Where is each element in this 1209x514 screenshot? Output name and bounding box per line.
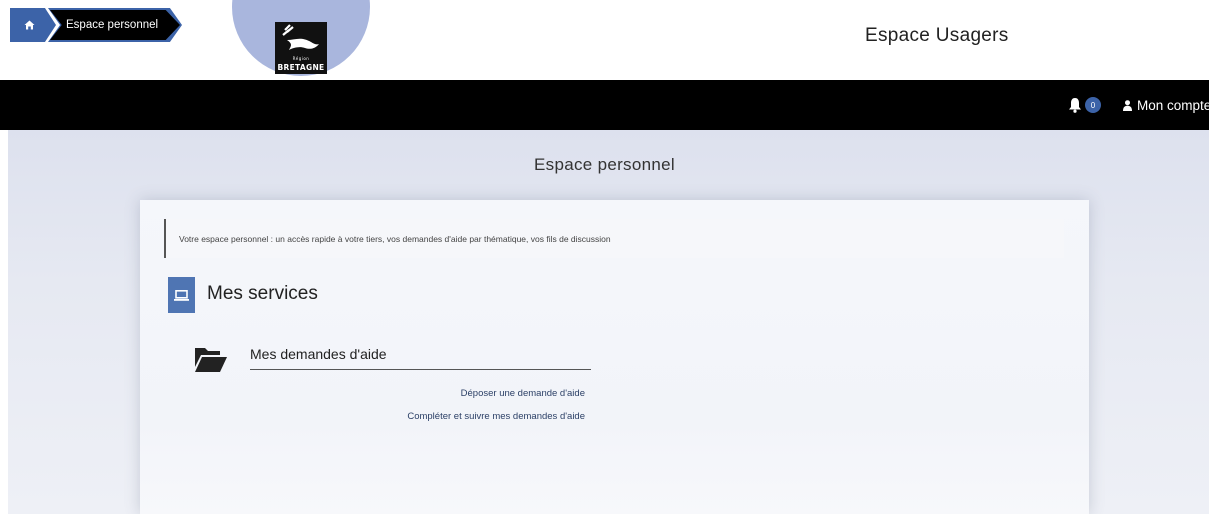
folder-open-icon: [195, 348, 227, 372]
top-header: Région BRETAGNE Espace Usagers: [0, 0, 1209, 80]
home-icon: [24, 20, 34, 30]
logo-region-text: Région: [292, 56, 310, 61]
bell-icon[interactable]: [1068, 97, 1082, 113]
logo-bretagne-text: BRETAGNE: [277, 63, 325, 72]
intro-text: Votre espace personnel : un accès rapide…: [179, 233, 611, 244]
breadcrumb-current[interactable]: Espace personnel: [50, 10, 180, 40]
account-menu[interactable]: Mon compte: [1123, 97, 1209, 113]
deposer-demande-link[interactable]: Déposer une demande d'aide: [461, 388, 585, 399]
services-icon-box: [168, 277, 195, 313]
navbar: [0, 80, 1209, 130]
region-bretagne-logo[interactable]: Région BRETAGNE: [232, 0, 370, 80]
demandes-divider: [250, 369, 591, 370]
laptop-icon: [174, 289, 189, 301]
intro-panel: Votre espace personnel : un accès rapide…: [164, 219, 1064, 258]
ermine-bird-logo-icon: [282, 24, 319, 50]
user-icon: [1123, 99, 1132, 111]
notification-count-badge[interactable]: 0: [1085, 97, 1101, 113]
completer-suivre-demandes-link[interactable]: Compléter et suivre mes demandes d'aide: [407, 411, 585, 422]
page-title: Espace personnel: [534, 155, 675, 174]
breadcrumb-current-label: Espace personnel: [66, 19, 159, 31]
account-label: Mon compte: [1137, 97, 1209, 113]
logo-box: Région BRETAGNE: [275, 22, 327, 74]
services-title: Mes services: [207, 283, 318, 304]
site-title: Espace Usagers: [865, 25, 1009, 46]
demandes-title: Mes demandes d'aide: [250, 346, 387, 362]
